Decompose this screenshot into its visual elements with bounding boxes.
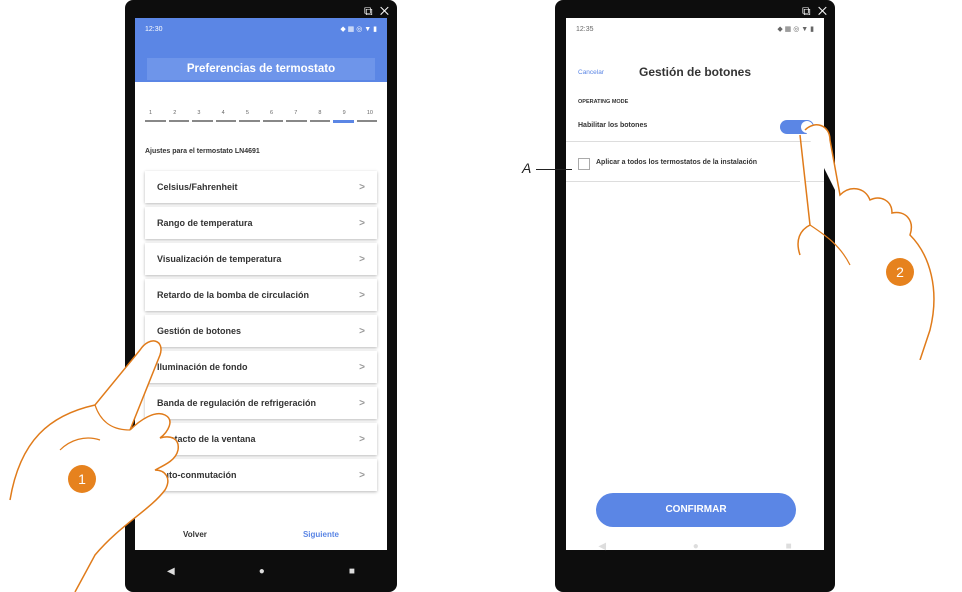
back-triangle-icon[interactable]: ◀ xyxy=(598,541,606,552)
recents-square-icon[interactable]: ■ xyxy=(786,541,792,552)
step-number: 7 xyxy=(294,110,298,116)
chevron-right-icon: > xyxy=(359,181,365,193)
pointing-hand-icon xyxy=(797,124,935,360)
chevron-right-icon: > xyxy=(359,361,365,373)
step-segment xyxy=(286,120,307,122)
confirm-button[interactable]: CONFIRMAR xyxy=(596,493,796,527)
menu-item-pump-delay[interactable]: Retardo de la bomba de circulación > xyxy=(145,279,377,311)
step-badge-2: 2 xyxy=(886,258,914,286)
status-time: 12:35 xyxy=(576,25,594,33)
callout-a-label: A xyxy=(522,160,532,176)
status-time: 12:30 xyxy=(145,25,163,33)
menu-item-celsius[interactable]: Celsius/Fahrenheit > xyxy=(145,171,377,203)
step-progress: 1 2 3 4 5 6 7 8 9 10 xyxy=(145,110,377,130)
apply-all-checkbox[interactable] xyxy=(578,158,590,170)
step-number: 6 xyxy=(270,110,274,116)
step-badge-1: 1 xyxy=(68,465,96,493)
recents-square-icon[interactable]: ■ xyxy=(349,566,355,577)
cancel-button[interactable]: Cancelar xyxy=(578,69,604,76)
step-number: 4 xyxy=(221,110,225,116)
window-controls-icon[interactable]: ⧉ ✕ xyxy=(364,4,391,19)
chevron-right-icon: > xyxy=(359,289,365,301)
window-controls-icon[interactable]: ⧉ ✕ xyxy=(802,4,829,19)
section-heading: OPERATING MODE xyxy=(578,99,629,105)
home-circle-icon[interactable]: ● xyxy=(693,541,699,552)
menu-item-temp-range[interactable]: Rango de temperatura > xyxy=(145,207,377,239)
page-title: Preferencias de termostato xyxy=(147,58,375,80)
status-icons: ◆ ▦ ◎ ▼ ▮ xyxy=(777,26,814,33)
chevron-right-icon: > xyxy=(359,469,365,481)
page-title: Gestión de botones xyxy=(638,65,751,79)
status-bar: 12:30 ◆ ▦ ◎ ▼ ▮ xyxy=(135,18,387,40)
step-segment xyxy=(262,120,283,122)
callout-a-line xyxy=(536,169,572,170)
apply-all-label: Aplicar a todos los termostatos de la in… xyxy=(596,159,758,166)
step-segment xyxy=(192,120,213,122)
chevron-right-icon: > xyxy=(359,397,365,409)
menu-item-temp-display[interactable]: Visualización de temperatura > xyxy=(145,243,377,275)
step-segment xyxy=(145,120,166,122)
status-icons: ◆ ▦ ◎ ▼ ▮ xyxy=(340,26,377,33)
step-segment xyxy=(239,120,260,122)
android-navbar: ◀ ● ■ xyxy=(555,535,835,557)
step-number: 9 xyxy=(342,110,346,116)
pointing-hand-icon xyxy=(9,340,179,592)
step-segment xyxy=(168,120,189,122)
step-segment xyxy=(309,120,330,122)
chevron-right-icon: > xyxy=(359,253,365,265)
next-button[interactable]: Siguiente xyxy=(303,530,339,539)
chevron-right-icon: > xyxy=(359,433,365,445)
step-segment xyxy=(356,120,377,122)
settings-subtitle: Ajustes para el termostato LN4691 xyxy=(145,148,260,155)
step-number: 8 xyxy=(318,110,322,116)
step-segment xyxy=(215,120,236,122)
step-number: 3 xyxy=(197,110,201,116)
step-number: 5 xyxy=(245,110,249,116)
chevron-right-icon: > xyxy=(359,217,365,229)
enable-buttons-label: Habilitar los botones xyxy=(578,122,648,129)
chevron-right-icon: > xyxy=(359,325,365,337)
step-number: 1 xyxy=(149,110,153,116)
step-number: 10 xyxy=(366,110,373,116)
home-circle-icon[interactable]: ● xyxy=(259,566,265,577)
status-bar: 12:35 ◆ ▦ ◎ ▼ ▮ xyxy=(566,18,824,40)
step-number: 2 xyxy=(173,110,177,116)
step-segment xyxy=(333,120,354,123)
